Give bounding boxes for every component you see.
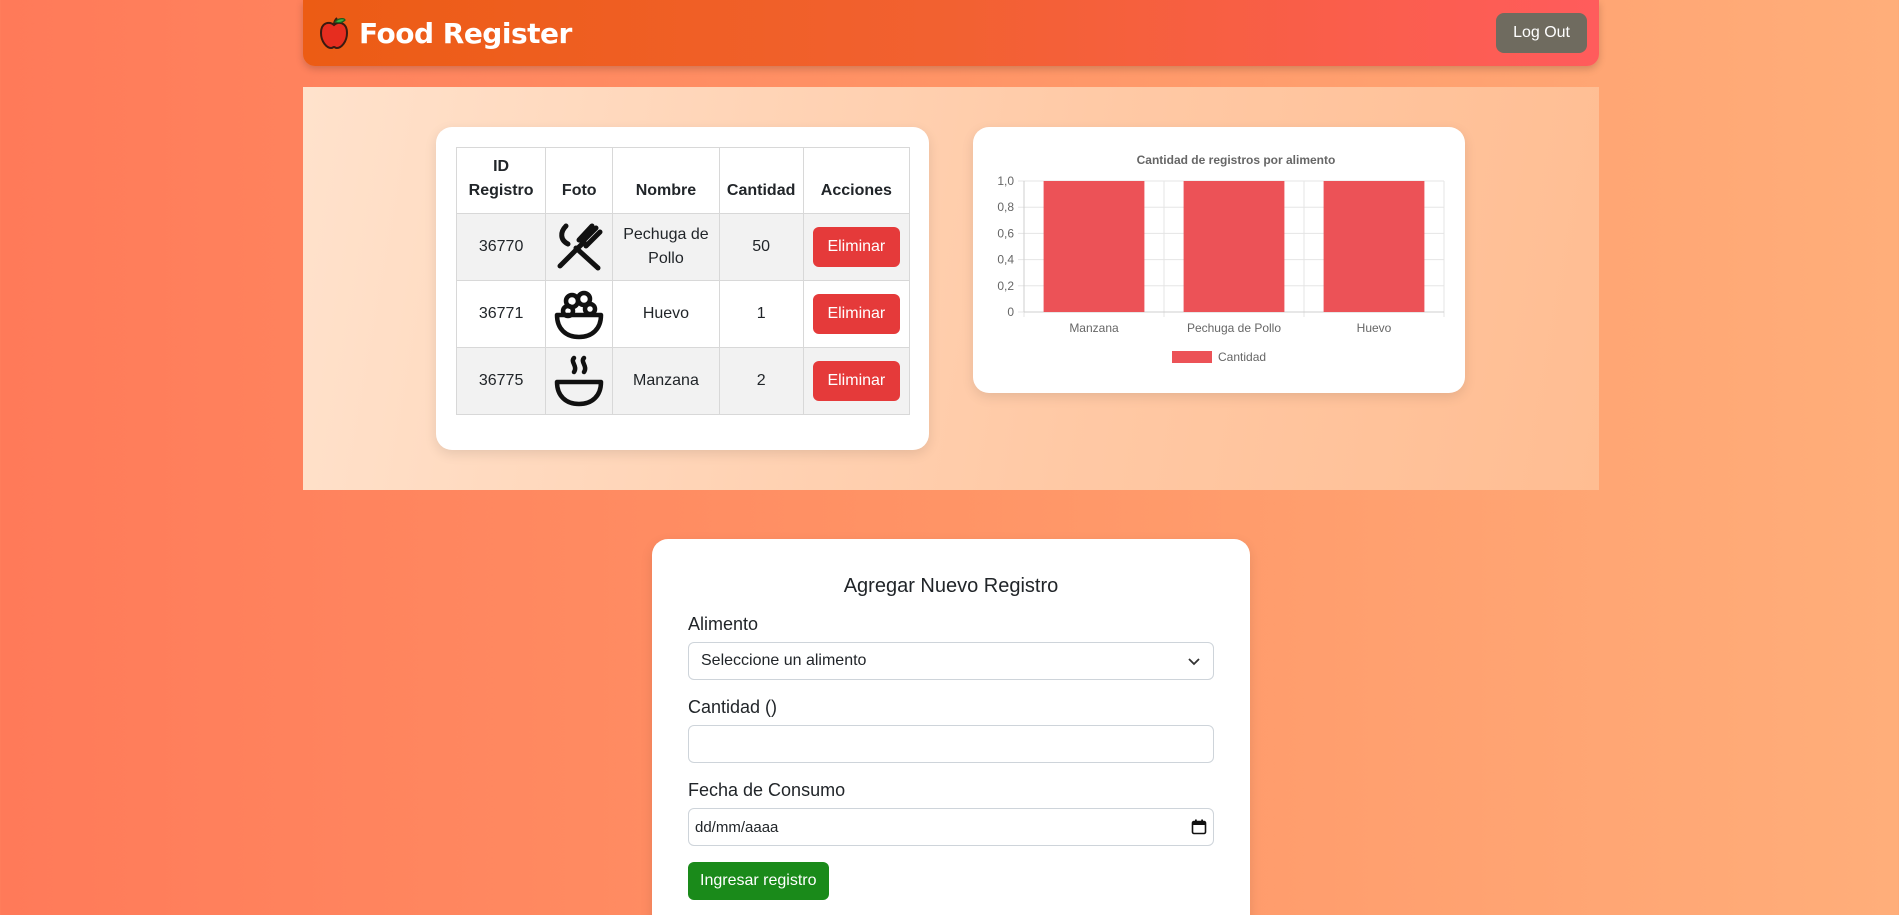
cell-actions: Eliminar [802, 347, 911, 415]
delete-button[interactable]: Eliminar [812, 361, 900, 401]
navbar: Food Register Log Out [303, 0, 1599, 66]
cell-actions: Eliminar [802, 213, 911, 281]
cell-name: Manzana [612, 347, 720, 415]
y-tick-label: 0,8 [997, 200, 1014, 214]
cell-id: 36775 [455, 347, 547, 415]
cell-name-line2: Pollo [648, 250, 684, 267]
y-tick-label: 0,2 [997, 279, 1014, 293]
legend-swatch [1172, 351, 1212, 363]
header-quantity: Cantidad [718, 147, 804, 214]
food-select-value: Seleccione un alimento [701, 652, 867, 669]
header-id-line2: Registro [468, 182, 534, 199]
app-title: Food Register [359, 16, 572, 50]
records-table: ID Registro Foto Nombre Cantidad Accione… [455, 147, 911, 415]
table-row: 36770 Pechuga de Pollo 50 Eliminar [455, 213, 911, 281]
header-id-line1: ID [493, 158, 510, 175]
cell-photo [545, 280, 614, 348]
cell-quantity: 50 [718, 213, 804, 281]
bar [1043, 181, 1145, 312]
table-row: 36771 Huevo 1 Eliminar [455, 280, 911, 348]
food-select[interactable]: Seleccione un alimento [688, 642, 1214, 680]
x-tick-label: Manzana [1069, 321, 1119, 335]
y-tick-label: 0 [1007, 305, 1014, 319]
cell-name: Huevo [612, 280, 720, 348]
delete-button[interactable]: Eliminar [812, 227, 900, 267]
logout-button[interactable]: Log Out [1496, 13, 1587, 53]
fork-knife-icon [557, 223, 603, 271]
chevron-down-icon [1188, 658, 1200, 666]
delete-button[interactable]: Eliminar [812, 294, 900, 334]
apple-icon [319, 17, 349, 50]
bar-chart: Cantidad de registros por alimento 0 0,2 0,… [997, 153, 1445, 364]
brand[interactable]: Food Register [317, 16, 572, 50]
quantity-label: Cantidad () [688, 697, 778, 717]
quantity-input[interactable] [688, 725, 1214, 763]
legend-label: Cantidad [1218, 350, 1266, 364]
cell-quantity: 2 [718, 347, 804, 415]
table-header-row: ID Registro Foto Nombre Cantidad Accione… [455, 147, 911, 214]
food-label: Alimento [688, 614, 759, 634]
x-tick-label: Pechuga de Pollo [1187, 321, 1281, 335]
new-record-form: Agregar Nuevo Registro Alimento Seleccio… [652, 539, 1250, 915]
header-name: Nombre [612, 147, 720, 214]
y-tick-label: 0,4 [997, 253, 1014, 267]
x-tick-label: Huevo [1357, 321, 1392, 335]
cell-photo [545, 347, 614, 415]
records-table-card: ID Registro Foto Nombre Cantidad Accione… [436, 127, 929, 450]
chart-card: Cantidad de registros por alimento 0 0,2 0,… [973, 127, 1465, 393]
date-input-value: dd/mm/aaaa [695, 818, 779, 836]
cell-photo [545, 213, 614, 281]
y-tick-label: 1,0 [997, 174, 1014, 188]
cell-actions: Eliminar [802, 280, 911, 348]
date-label: Fecha de Consumo [688, 780, 846, 800]
salad-bowl-icon [555, 290, 604, 340]
header-id: ID Registro [455, 147, 547, 214]
form-title: Agregar Nuevo Registro [843, 575, 1059, 597]
table-row: 36775 Manzana 2 Eliminar [455, 347, 911, 415]
header-actions: Acciones [802, 147, 911, 214]
calendar-icon[interactable] [1191, 819, 1207, 835]
bar [1183, 181, 1285, 312]
y-tick-label: 0,6 [997, 226, 1014, 240]
soup-bowl-icon [555, 355, 604, 407]
header-photo: Foto [545, 147, 614, 214]
cell-name-line1: Pechuga de [623, 226, 709, 243]
cell-quantity: 1 [718, 280, 804, 348]
submit-button[interactable]: Ingresar registro [688, 862, 829, 900]
chart-title: Cantidad de registros por alimento [1137, 153, 1336, 167]
cell-id: 36771 [455, 280, 547, 348]
cell-name: Pechuga de Pollo [612, 213, 720, 281]
date-input[interactable]: dd/mm/aaaa [688, 808, 1214, 846]
bar [1323, 181, 1425, 312]
cell-id: 36770 [455, 213, 547, 281]
